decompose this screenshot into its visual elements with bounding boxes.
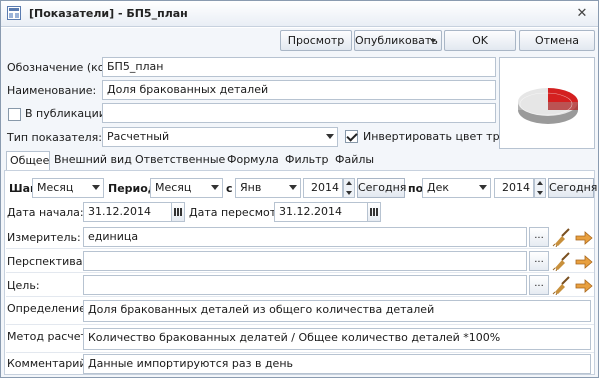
- step-select-value: Месяц: [37, 181, 74, 194]
- to-year-field[interactable]: 2014: [494, 178, 534, 198]
- start-date-field[interactable]: 31.12.2014: [83, 202, 173, 222]
- dropdown-arrow-icon: [92, 185, 100, 190]
- publish-label: В публикации:: [25, 107, 110, 120]
- perspective-label: Перспектива:: [7, 255, 87, 268]
- ok-button[interactable]: OK: [444, 30, 516, 51]
- period-select[interactable]: Месяц: [150, 178, 223, 198]
- unit-label: Измеритель:: [7, 231, 81, 244]
- review-date-field[interactable]: 31.12.2014: [274, 202, 368, 222]
- review-date-calendar[interactable]: [367, 202, 381, 222]
- to-year-spinner[interactable]: [534, 178, 546, 198]
- invert-trend-checkbox[interactable]: [345, 130, 358, 143]
- comment-label: Комментарий:: [7, 357, 91, 370]
- dropdown-arrow-icon: [211, 185, 219, 190]
- goal-label: Цель:: [7, 279, 40, 292]
- dropdown-arrow-icon: [430, 39, 436, 43]
- perspective-browse-button[interactable]: ...: [529, 251, 549, 271]
- goal-field[interactable]: [83, 275, 527, 295]
- today-from-button[interactable]: Сегодня: [357, 178, 406, 198]
- definition-row: Определение: Доля бракованных деталей из…: [6, 298, 594, 325]
- to-month-value: Дек: [427, 181, 450, 194]
- tab-files[interactable]: Файлы: [332, 151, 377, 171]
- calendar-icon: [370, 208, 378, 216]
- publish-checkbox[interactable]: [8, 108, 21, 121]
- to-month-select[interactable]: Дек: [422, 178, 491, 198]
- method-row: Метод расчета: Количество бракованных де…: [6, 326, 594, 353]
- unit-browse-button[interactable]: ...: [529, 227, 549, 247]
- general-panel: Шаг: Месяц Период: Месяц с Янв 2014 Сего…: [4, 170, 597, 375]
- dropdown-arrow-icon: [289, 185, 297, 190]
- dropdown-arrow-icon: [479, 185, 487, 190]
- tab-responsible[interactable]: Ответственные: [132, 151, 228, 171]
- calendar-icon: [174, 208, 182, 216]
- today-to-button[interactable]: Сегодня: [548, 178, 597, 198]
- step-select[interactable]: Месяц: [32, 178, 104, 198]
- tab-appearance[interactable]: Внешний вид: [51, 151, 135, 171]
- from-year-spinner[interactable]: [343, 178, 355, 198]
- from-year-field[interactable]: 2014: [303, 178, 343, 198]
- to-label: по: [408, 182, 424, 195]
- goal-row: Цель: ...: [6, 273, 594, 297]
- method-field[interactable]: Количество бракованных делатей / Общее к…: [83, 328, 591, 350]
- publish-button[interactable]: Опубликовать: [354, 30, 442, 51]
- period-select-value: Месяц: [155, 181, 192, 194]
- tab-filter[interactable]: Фильтр: [282, 151, 332, 171]
- preview-button[interactable]: Просмотр: [280, 30, 352, 51]
- type-label: Тип показателя:: [7, 131, 102, 144]
- window-title: [Показатели] - БП5_план: [29, 7, 188, 20]
- name-field[interactable]: Доля бракованных деталей: [102, 80, 496, 100]
- arrow-select-icon[interactable]: [573, 275, 595, 295]
- code-field[interactable]: БП5_план: [102, 57, 496, 77]
- broom-clear-icon[interactable]: [551, 275, 573, 295]
- broom-clear-icon[interactable]: [551, 251, 573, 271]
- comment-field[interactable]: Данные импортируются раз в день: [83, 354, 591, 374]
- goal-browse-button[interactable]: ...: [529, 275, 549, 295]
- unit-field[interactable]: единица: [83, 227, 527, 247]
- unit-row: Измеритель: единица ...: [6, 225, 594, 249]
- from-month-select[interactable]: Янв: [235, 178, 301, 198]
- perspective-field[interactable]: [83, 251, 527, 271]
- indicator-window: [Показатели] - БП5_план ✕ Просмотр Опубл…: [0, 0, 599, 378]
- tab-formula[interactable]: Формула: [224, 151, 282, 171]
- arrow-select-icon[interactable]: [573, 227, 595, 247]
- window-app-icon: [7, 6, 21, 20]
- tab-general[interactable]: Общее: [6, 151, 50, 171]
- cancel-button[interactable]: Отмена: [519, 30, 595, 51]
- close-icon[interactable]: ✕: [572, 5, 592, 22]
- type-select-value: Расчетный: [107, 130, 170, 143]
- window-body: Просмотр Опубликовать OK Отмена Обозначе…: [1, 28, 598, 377]
- type-select[interactable]: Расчетный: [102, 127, 338, 147]
- title-bar: [Показатели] - БП5_план ✕: [1, 1, 598, 27]
- comment-row: Комментарий: Данные импортируются раз в …: [6, 353, 594, 375]
- name-label: Наименование:: [7, 84, 97, 97]
- start-date-calendar[interactable]: [171, 202, 185, 222]
- from-month-value: Янв: [240, 181, 262, 194]
- perspective-row: Перспектива: ...: [6, 249, 594, 273]
- definition-label: Определение:: [7, 302, 90, 315]
- from-label: с: [226, 182, 233, 195]
- definition-field[interactable]: Доля бракованных деталей из общего колич…: [83, 300, 591, 322]
- arrow-select-icon[interactable]: [573, 251, 595, 271]
- pie-chart-icon: [518, 88, 578, 124]
- dropdown-arrow-icon: [326, 134, 334, 139]
- publish-button-label: Опубликовать: [355, 34, 438, 47]
- broom-clear-icon[interactable]: [551, 227, 573, 247]
- start-date-label: Дата начала:: [7, 206, 84, 219]
- indicator-image-box[interactable]: [499, 57, 595, 149]
- publish-field[interactable]: [102, 103, 496, 123]
